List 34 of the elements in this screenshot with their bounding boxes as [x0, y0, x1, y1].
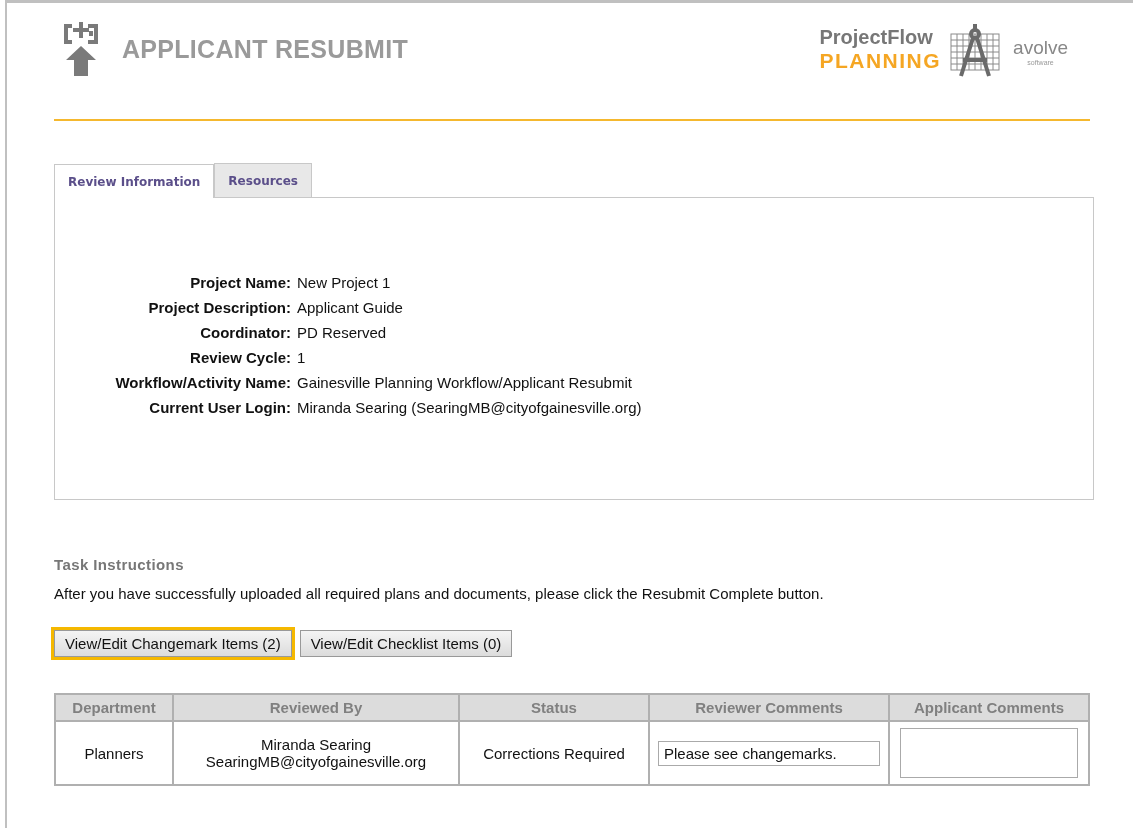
comment-field[interactable] — [900, 728, 1078, 778]
column-header: Department — [55, 694, 173, 721]
brand-subtitle: PLANNING — [819, 49, 942, 73]
comment-field[interactable]: Please see changemarks. — [658, 740, 880, 766]
field-label: Workflow/Activity Name: — [114, 374, 291, 391]
action-button[interactable]: View/Edit Checklist Items (0) — [299, 630, 513, 657]
vendor-logo: avolve — [1013, 37, 1068, 59]
field-label: Project Name: — [189, 274, 291, 291]
action-button[interactable]: View/Edit Changemark Items (2) — [54, 630, 292, 657]
field-value: 1 — [297, 349, 307, 366]
table-cell: Corrections Required — [483, 744, 625, 762]
page-title: APPLICANT RESUBMIT — [122, 35, 408, 64]
brand-name: ProjectFlow — [819, 26, 933, 49]
field-value: Gainesville Planning Workflow/Applicant Resubmit — [297, 374, 633, 391]
field-value: Miranda Searing (SearingMB@cityofgainesville.org) — [297, 399, 643, 416]
table-cell: Planners — [84, 744, 144, 762]
column-header: Applicant Comments — [889, 694, 1089, 721]
field-value: Applicant Guide — [297, 299, 404, 316]
column-header: Reviewer Comments — [649, 694, 889, 721]
field-label: Review Cycle: — [189, 349, 291, 366]
field-value: PD Reserved — [297, 324, 388, 341]
upload-icon — [62, 20, 100, 78]
reviewer-email: SearingMB@cityofgainesville.org — [204, 753, 428, 770]
field-label: Project Description: — [147, 299, 291, 316]
tab[interactable]: Resources — [214, 163, 312, 197]
instructions-text: After you have successfully uploaded all required plans and documents, please click the Resubmit Complete button. — [54, 585, 825, 602]
field-label: Coordinator: — [199, 324, 291, 341]
column-header: Status — [459, 694, 649, 721]
tab[interactable]: Review Information — [54, 164, 215, 198]
reviewer-name: Miranda Searing — [259, 736, 373, 753]
field-value: New Project 1 — [297, 274, 392, 291]
column-header: Reviewed By — [173, 694, 459, 721]
field-label: Current User Login: — [148, 399, 291, 416]
section-heading: Task Instructions — [54, 556, 185, 573]
